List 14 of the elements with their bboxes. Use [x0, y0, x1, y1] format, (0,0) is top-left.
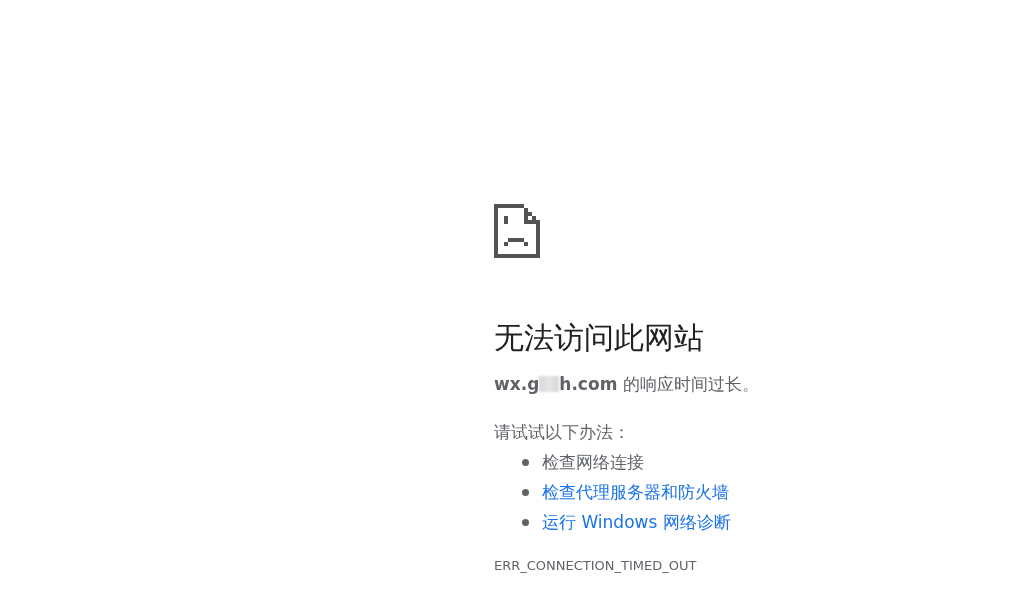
- suggestion-link[interactable]: 检查代理服务器和防火墙: [542, 480, 729, 504]
- suggestion-link[interactable]: 运行 Windows 网络诊断: [542, 510, 731, 534]
- error-code: ERR_CONNECTION_TIMED_OUT: [494, 558, 698, 573]
- bullet-icon: [522, 458, 529, 466]
- suggestions-heading: 请试试以下办法：: [494, 421, 631, 444]
- bullet-icon: [522, 518, 529, 526]
- suggestion-text: 检查网络连接: [542, 451, 644, 474]
- error-title: 无法访问此网站: [494, 319, 705, 357]
- sad-page-icon: [494, 204, 540, 258]
- host-name: wx.g: [494, 373, 540, 396]
- error-message: 的响应时间过长。: [623, 373, 760, 396]
- blurred-text: [539, 376, 560, 392]
- host-name: h.com: [559, 373, 618, 396]
- bullet-icon: [522, 488, 529, 496]
